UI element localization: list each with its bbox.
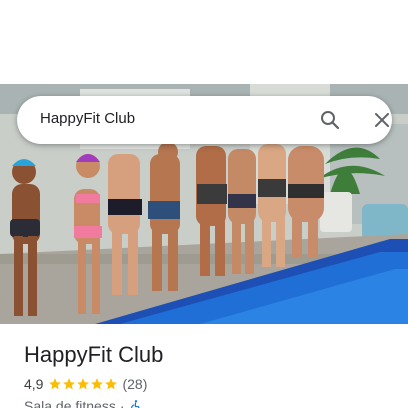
rating-value: 4,9: [24, 376, 44, 392]
star-icon: [105, 378, 118, 390]
star-icon: [77, 378, 90, 390]
star-rating: [48, 377, 118, 391]
wheelchair-accessible-icon: [130, 400, 140, 408]
category-row: Sala de fitness ·: [24, 398, 143, 408]
separator-dot: ·: [119, 398, 125, 408]
search-query-text[interactable]: HappyFit Club: [40, 110, 135, 127]
top-blank-area: [0, 0, 408, 84]
place-category: Sala de fitness: [24, 398, 116, 408]
search-icon[interactable]: [318, 108, 342, 132]
review-count[interactable]: (28): [122, 376, 147, 392]
search-bar[interactable]: HappyFit Club: [17, 96, 392, 144]
close-icon[interactable]: [370, 108, 394, 132]
star-icon: [91, 378, 104, 390]
star-icon: [49, 378, 62, 390]
place-title: HappyFit Club: [24, 342, 164, 367]
rating-row[interactable]: 4,9 (28): [24, 376, 147, 392]
star-icon: [63, 378, 76, 390]
